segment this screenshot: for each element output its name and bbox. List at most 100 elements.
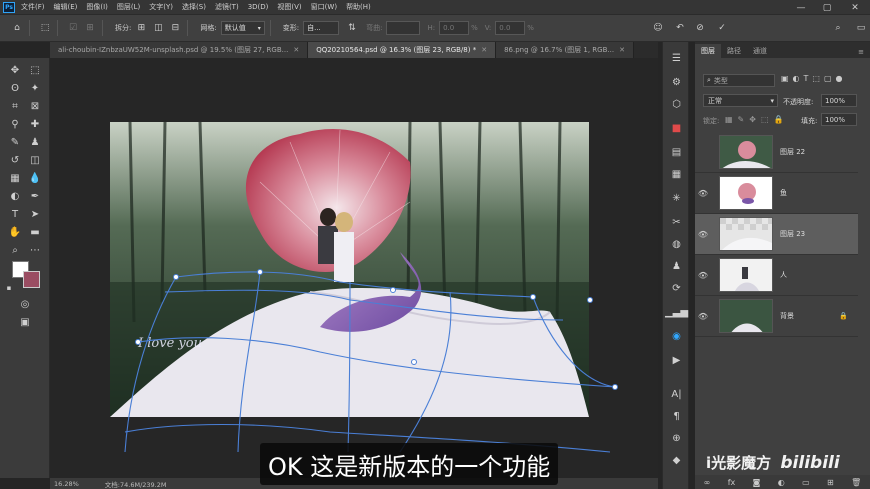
close-icon[interactable]: ✕ [842, 0, 868, 15]
paragraph-panel-icon[interactable]: ¶ [667, 408, 686, 425]
gradient-tool-icon[interactable]: ▦ [6, 170, 24, 186]
crop-tool-icon[interactable]: ⌗ [6, 98, 24, 114]
layer-filter-select[interactable]: ⌕ 类型 [703, 74, 775, 87]
split-horizontal-icon[interactable]: ⊟ [168, 21, 182, 35]
libraries-icon[interactable]: ◆ [667, 452, 686, 469]
split-cross-icon[interactable]: ⊞ [134, 21, 148, 35]
brushes-icon[interactable]: ◍ [667, 236, 686, 253]
layer-row-person[interactable]: 👁 人 [695, 255, 858, 296]
close-icon[interactable]: ✕ [619, 46, 625, 54]
menu-window[interactable]: 窗口(W) [311, 2, 337, 12]
properties-icon[interactable]: ✳ [667, 190, 686, 207]
warp-orientation-icon[interactable]: ⇅ [345, 21, 359, 35]
layer-style-icon[interactable]: fx [728, 478, 736, 487]
tab-qq20210564[interactable]: QQ20210564.psd @ 16.3% (图层 23, RGB/8) * ✕ [308, 42, 497, 58]
checkbox-icon[interactable]: ☑ [66, 21, 80, 35]
shape-tool-icon[interactable]: ▬ [26, 224, 44, 240]
eraser-icon[interactable]: ◫ [26, 152, 44, 168]
home-icon[interactable]: ⌂ [10, 21, 24, 35]
new-layer-icon[interactable]: ⊞ [827, 478, 834, 487]
panel-menu-icon[interactable]: ≡ [852, 46, 870, 58]
menu-edit[interactable]: 编辑(E) [54, 2, 78, 12]
v-input[interactable]: 0.0 [495, 21, 526, 35]
quick-mask-icon[interactable]: ◎ [16, 296, 34, 312]
new-group-icon[interactable]: ▭ [802, 478, 810, 487]
zoom-level[interactable]: 16.28% [54, 480, 79, 488]
3d-panel-icon[interactable]: ⬡ [667, 96, 686, 113]
actions-icon[interactable]: ⟳ [667, 280, 686, 297]
minimize-icon[interactable]: — [788, 0, 814, 15]
menu-file[interactable]: 文件(F) [21, 2, 45, 12]
tab-ali-choubin[interactable]: ali-choubin-IZnbzaUW52M-unsplash.psd @ 1… [50, 42, 309, 58]
magic-wand-icon[interactable]: ✦ [26, 80, 44, 96]
menu-type[interactable]: 文字(Y) [149, 2, 173, 12]
puppet-icon[interactable]: ☺ [651, 21, 665, 35]
character-panel-icon[interactable]: A| [667, 386, 686, 403]
menu-layer[interactable]: 图层(L) [117, 2, 140, 12]
menu-view[interactable]: 视图(V) [277, 2, 301, 12]
tool-presets-icon[interactable]: ⚙ [667, 74, 686, 91]
glyphs-icon[interactable]: ⊕ [667, 430, 686, 447]
link-layers-icon[interactable]: ∞ [704, 478, 711, 487]
type-tool-icon[interactable]: T [6, 206, 24, 222]
tab-paths[interactable]: 路径 [721, 44, 747, 58]
layer-row-fish[interactable]: 👁 鱼 [695, 173, 858, 214]
histogram-icon[interactable]: ▁▃▅ [665, 304, 688, 321]
menu-image[interactable]: 图像(I) [86, 2, 108, 12]
eye-icon[interactable]: 👁 [695, 271, 711, 280]
workspace-icon[interactable]: ▭ [854, 21, 868, 35]
eyedropper-icon[interactable]: ⚲ [6, 116, 24, 132]
lock-icons[interactable]: ▦✎✥⬚🔒 [725, 115, 788, 124]
undo-icon[interactable]: ↶ [673, 21, 687, 35]
stamp-tool-icon[interactable]: ♟ [26, 134, 44, 150]
search-icon[interactable]: ⌕ [831, 21, 845, 35]
layer-row-23[interactable]: 👁 图层 23 [695, 214, 858, 255]
reference-point-icon[interactable]: ⊞ [83, 21, 97, 35]
zoom-tool-icon[interactable]: ⌕ [6, 242, 24, 258]
menu-select[interactable]: 选择(S) [182, 2, 206, 12]
layer-filter-icons[interactable]: ▣◐T⬚▢● [781, 74, 847, 83]
maximize-icon[interactable]: ▢ [814, 0, 840, 15]
move-tool-icon[interactable]: ✥ [6, 62, 24, 78]
eye-icon[interactable]: 👁 [695, 230, 711, 239]
close-icon[interactable]: ✕ [293, 46, 299, 54]
bend-input[interactable] [386, 21, 421, 35]
split-vertical-icon[interactable]: ◫ [151, 21, 165, 35]
eye-icon[interactable]: 👁 [695, 312, 711, 321]
more-tools-icon[interactable]: ⋯ [26, 242, 44, 258]
tab-channels[interactable]: 通道 [747, 44, 773, 58]
background-color-swatch[interactable] [23, 271, 40, 288]
hand-tool-icon[interactable]: ✋ [6, 224, 24, 240]
brush-tool-icon[interactable]: ✎ [6, 134, 24, 150]
swatches-icon[interactable]: ▤ [667, 144, 686, 161]
menu-3d[interactable]: 3D(D) [248, 3, 269, 11]
delete-layer-icon[interactable]: 🗑 [851, 478, 861, 487]
frame-tool-icon[interactable]: ⊠ [26, 98, 44, 114]
history-brush-icon[interactable]: ↺ [6, 152, 24, 168]
menu-filter[interactable]: 滤镜(T) [215, 2, 239, 12]
default-colors-icon[interactable]: ▪ [4, 280, 14, 296]
dodge-tool-icon[interactable]: ◐ [6, 188, 24, 204]
tab-86-png[interactable]: 86.png @ 16.7% (图层 1, RGB... ✕ [496, 42, 634, 58]
commit-transform-icon[interactable]: ✓ [715, 21, 729, 35]
clone-source-icon[interactable]: ♟ [667, 258, 686, 275]
pen-tool-icon[interactable]: ✒ [26, 188, 44, 204]
lasso-tool-icon[interactable]: ʘ [6, 80, 24, 96]
add-mask-icon[interactable]: ◙ [753, 478, 761, 487]
menu-help[interactable]: 帮助(H) [346, 2, 371, 12]
navigator-icon[interactable]: ◉ [667, 328, 686, 345]
color-panel-icon[interactable]: ■ [667, 120, 686, 137]
healing-brush-icon[interactable]: ✚ [26, 116, 44, 132]
transform-tool-icon[interactable]: ⬚ [38, 21, 52, 35]
screen-mode-icon[interactable]: ▣ [16, 314, 34, 330]
grid-select[interactable]: 默认值 ▾ [220, 21, 265, 35]
path-selection-icon[interactable]: ➤ [26, 206, 44, 222]
blur-tool-icon[interactable]: 💧 [26, 170, 44, 186]
gradients-icon[interactable]: ▦ [667, 166, 686, 183]
document-canvas[interactable]: I love you [110, 121, 618, 453]
opacity-input[interactable]: 100% [821, 94, 857, 107]
marquee-tool-icon[interactable]: ⬚ [26, 62, 44, 78]
play-action-icon[interactable]: ▶ [667, 352, 686, 369]
tab-layers[interactable]: 图层 [695, 44, 721, 58]
h-input[interactable]: 0.0 [439, 21, 470, 35]
